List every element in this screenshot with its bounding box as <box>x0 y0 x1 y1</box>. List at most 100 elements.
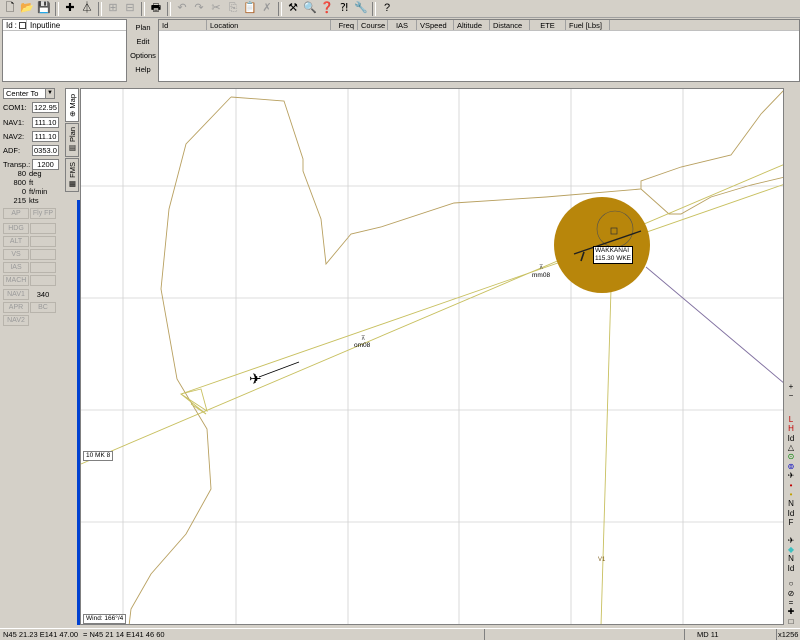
adf-field[interactable]: 0353.0 <box>32 144 59 156</box>
redo-icon[interactable]: ↷ <box>191 1 207 17</box>
main-toolbar: 🗋 📂 💾 ✚ ⏃ ⊞ ⊟ 🖶 ↶ ↷ ✂ ⎘ 📋 ✗ ⚒ 🔍 ❓ ⁈ 🔧? <box>0 0 800 18</box>
col-ete[interactable]: ETE <box>530 20 566 30</box>
hammer-icon[interactable]: ⚒ <box>285 1 301 17</box>
runway-label: 10 MK 8 <box>83 451 114 461</box>
undo-icon[interactable]: ↶ <box>174 1 190 17</box>
remove-icon[interactable]: ⊟ <box>122 1 138 17</box>
com1-field[interactable]: 122.95 <box>32 101 59 113</box>
aircraft-lat: = N45 21 14 <box>83 630 125 639</box>
cursor-lon: E141 47.00 <box>39 630 79 639</box>
fms-icon: ▦ <box>67 179 77 189</box>
col-freq[interactable]: Freq <box>331 20 358 30</box>
map-view[interactable]: ⊼ ⊼ ✈ V1 mm08 om08 WAKKANAI 115.30 WKE 1… <box>80 88 784 625</box>
help-topic-icon[interactable]: ❓ <box>319 1 335 17</box>
tab-map[interactable]: ⊕ Map <box>65 88 79 122</box>
route-purple <box>645 266 783 383</box>
context-help-icon[interactable]: ⁈ <box>336 1 352 17</box>
vs-button[interactable]: VS <box>3 249 29 260</box>
airway-icon[interactable]: ⏃ <box>79 1 95 17</box>
paste-icon[interactable]: 📋 <box>242 1 258 17</box>
vor-frequency: 115.30 WKE <box>595 255 632 262</box>
com1-row: COM1: 122.95 <box>3 101 59 113</box>
ap-button[interactable]: AP <box>3 208 29 219</box>
coastline <box>230 90 783 266</box>
transponder-field[interactable]: 1200 <box>32 158 59 170</box>
bc-button[interactable]: BC <box>30 302 56 313</box>
tools-icon[interactable]: 🔧 <box>353 1 369 17</box>
toolbar-separator <box>141 1 145 16</box>
heading-unit: deg <box>29 169 42 178</box>
cut-icon[interactable]: ✂ <box>208 1 224 17</box>
col-id[interactable]: Id <box>159 20 207 30</box>
copy-icon[interactable]: ⎘ <box>225 1 241 17</box>
nav1-button[interactable]: NAV1 <box>3 289 29 300</box>
menu-item-plan[interactable]: Plan <box>128 21 158 35</box>
fly-fp-button[interactable]: Fly FP <box>30 208 56 219</box>
col-course[interactable]: Course <box>358 20 388 30</box>
map-grid <box>81 89 783 624</box>
hdg-button[interactable]: HDG <box>3 223 29 234</box>
col-location[interactable]: Location <box>207 20 331 30</box>
flightplan-table: Id Location Freq Course IAS VSpeed Altit… <box>158 19 800 82</box>
col-ias[interactable]: IAS <box>388 20 417 30</box>
tab-fms[interactable]: ▦ FMS <box>65 158 79 192</box>
fix-f-icon[interactable]: F <box>784 518 798 528</box>
inputline-label: Inputline <box>30 20 61 30</box>
new-icon[interactable]: 🗋 <box>2 1 18 17</box>
nav1-field[interactable]: 111.10 <box>32 116 59 128</box>
nav2-button[interactable]: NAV2 <box>3 315 29 326</box>
menu-item-edit[interactable]: Edit <box>128 35 158 49</box>
alt-button[interactable]: ALT <box>3 236 29 247</box>
vor-name: WAKKANAI <box>595 247 630 254</box>
nav1-course-value[interactable]: 340 <box>30 289 56 300</box>
vspeed-unit: ft/min <box>29 187 48 196</box>
map-canvas: ⊼ ⊼ ✈ V1 <box>81 89 783 624</box>
zoom-out-icon[interactable]: − <box>784 391 798 401</box>
flightplan-header-row: Id Location Freq Course IAS VSpeed Altit… <box>159 20 799 31</box>
col-fuel[interactable]: Fuel [Lbs] <box>566 20 610 30</box>
col-distance[interactable]: Distance <box>490 20 530 30</box>
altitude-readout: 800 ft <box>3 178 59 187</box>
tab-plan[interactable]: ▤ Plan <box>65 123 79 157</box>
center-to-select[interactable]: Center To ▼ <box>3 88 55 99</box>
mach-value-field[interactable] <box>30 275 56 286</box>
vspeed-readout: 0 ft/min <box>3 187 59 196</box>
open-icon[interactable]: 📂 <box>19 1 35 17</box>
find-icon[interactable]: 🔍 <box>302 1 318 17</box>
nav2-field[interactable]: 111.10 <box>32 130 59 142</box>
col-vspeed[interactable]: VSpeed <box>417 20 454 30</box>
adf-row: ADF: 0353.0 <box>3 144 59 156</box>
chevron-down-icon[interactable]: ▼ <box>45 89 54 98</box>
speed-unit: kts <box>29 196 39 205</box>
heading-readout: 80 deg <box>3 169 59 178</box>
name-id-icon[interactable]: Id <box>784 564 798 574</box>
aircraft-icon: ✈ <box>249 371 262 388</box>
nav1-label: NAV1: <box>3 117 25 127</box>
print-icon[interactable]: 🖶 <box>148 1 164 17</box>
alt-value-field[interactable] <box>30 236 56 247</box>
toolbar-separator <box>372 1 376 16</box>
menu-item-help[interactable]: Help <box>128 63 158 77</box>
vor-label[interactable]: WAKKANAI 115.30 WKE <box>593 246 634 264</box>
col-altitude[interactable]: Altitude <box>454 20 490 30</box>
toolbar-separator <box>55 1 59 16</box>
center-to-value: Center To <box>6 89 39 98</box>
om08-label: om08 <box>354 342 371 349</box>
vs-value-field[interactable] <box>30 249 56 260</box>
hdg-value-field[interactable] <box>30 223 56 234</box>
id-checkbox[interactable] <box>18 21 26 29</box>
wind-label: Wind: 166°/4 <box>83 614 127 624</box>
insert-icon[interactable]: ⊞ <box>105 1 121 17</box>
mach-button[interactable]: MACH <box>3 275 29 286</box>
menu-item-options[interactable]: Options <box>128 49 158 63</box>
about-icon[interactable]: ? <box>379 1 395 17</box>
speed-readout: 215 kts <box>3 196 59 205</box>
add-waypoint-icon[interactable]: ✚ <box>62 1 78 17</box>
save-icon[interactable]: 💾 <box>36 1 52 17</box>
apr-button[interactable]: APR <box>3 302 29 313</box>
delete-icon[interactable]: ✗ <box>259 1 275 17</box>
ias-value-field[interactable] <box>30 262 56 273</box>
transponder-label: Transp.: <box>3 159 31 169</box>
nav2-row: NAV2: 111.10 <box>3 130 59 142</box>
ias-button[interactable]: IAS <box>3 262 29 273</box>
